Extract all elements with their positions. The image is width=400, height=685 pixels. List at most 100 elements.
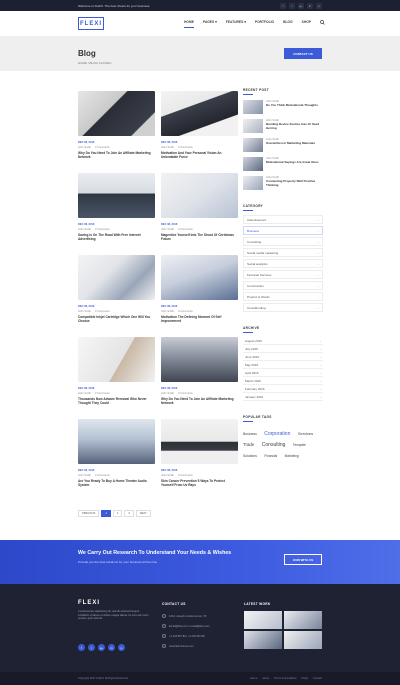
archive-item[interactable]: February 2016 › — [243, 385, 323, 393]
google-plus-icon[interactable]: g+ — [98, 644, 105, 651]
post-image-tablet[interactable] — [78, 255, 155, 300]
recent-post-title[interactable]: Connecting Property SEO Positive Thinkin… — [266, 179, 323, 188]
footer-link-home[interactable]: Home — [250, 677, 257, 680]
twitter-icon[interactable]: t — [88, 644, 95, 651]
logo[interactable]: FLEXI — [78, 17, 104, 30]
post-title[interactable]: Why Do You Need To Join An Affiliate Mar… — [161, 397, 238, 405]
post-comments[interactable]: 3 Comments — [178, 146, 193, 149]
nav-item-pages[interactable]: PAGES ▾ — [203, 20, 217, 28]
post-card[interactable]: DEC 08, 2016 John Smith 3 Comments Magnet… — [161, 173, 238, 241]
footer-link-faqs[interactable]: FAQs — [302, 677, 309, 680]
post-author[interactable]: John Smith — [78, 392, 91, 395]
nav-item-blog[interactable]: BLOG — [283, 20, 293, 28]
recent-post-title[interactable]: Overwritten in Marketing Materials — [266, 141, 315, 146]
post-title[interactable]: Are You Ready To Buy A Home Theater Audi… — [78, 479, 155, 487]
post-author[interactable]: John Smith — [78, 228, 91, 231]
post-image-coffee[interactable] — [161, 419, 238, 464]
nav-item-home[interactable]: HOME — [184, 20, 194, 28]
post-card[interactable]: DEC 08, 2016 John Smith 3 Comments Thousa… — [78, 337, 155, 405]
post-image-laptop[interactable] — [78, 91, 155, 136]
post-title[interactable]: Compatible Inkjet Cartridge Which One Wi… — [78, 315, 155, 323]
post-card[interactable]: DEC 08, 2016 John Smith 3 Comments Saving… — [78, 173, 155, 241]
post-image-charts[interactable] — [161, 173, 238, 218]
contact-web[interactable]: www.flexi-theme.com — [162, 641, 210, 651]
google-plus-icon[interactable]: g+ — [298, 2, 304, 9]
post-title[interactable]: Skin Cancer Prevention 5 Ways To Protect… — [161, 479, 238, 487]
category-item[interactable]: Product & Words › — [243, 292, 323, 301]
category-item[interactable]: Advertisement › — [243, 215, 323, 224]
contact-email[interactable]: Email@flexi.com / email@flexi.com — [162, 621, 210, 631]
post-author[interactable]: John Smith — [161, 146, 174, 149]
nav-item-portfolio[interactable]: PORTFOLIO — [255, 20, 274, 28]
recent-post-title[interactable]: Motivational Sayings Are Great Ones — [266, 160, 319, 165]
recent-post[interactable]: John Smith Connecting Property SEO Positi… — [243, 176, 323, 190]
post-author[interactable]: John Smith — [78, 474, 91, 477]
page-1-button[interactable]: 1 — [101, 510, 111, 517]
tag-link[interactable]: Business — [243, 432, 257, 436]
twitter-icon[interactable]: t — [289, 2, 295, 9]
recent-post-thumb[interactable] — [243, 138, 263, 152]
post-comments[interactable]: 3 Comments — [95, 392, 110, 395]
post-card[interactable]: DEC 08, 2016 John Smith 3 Comments Compat… — [78, 255, 155, 323]
category-item[interactable]: Social media marketing › — [243, 248, 323, 257]
work-thumb[interactable] — [244, 611, 282, 629]
tag-link[interactable]: Marketing — [285, 454, 299, 458]
search-icon[interactable] — [320, 20, 325, 28]
previous-page-button[interactable]: PREVIOUS — [78, 510, 100, 517]
post-comments[interactable]: 3 Comments — [95, 474, 110, 477]
archive-item[interactable]: March 2016 › — [243, 377, 323, 385]
post-title[interactable]: Thousands Now Adware Removal Who Never T… — [78, 397, 155, 405]
post-comments[interactable]: 3 Comments — [95, 228, 110, 231]
work-thumb[interactable] — [244, 631, 282, 649]
linkedin-icon[interactable]: in — [307, 2, 313, 9]
breadcrumb[interactable]: HOME / BLOG CLASSIC — [78, 61, 112, 65]
post-author[interactable]: John Smith — [161, 392, 174, 395]
archive-item[interactable]: August 2016 › — [243, 337, 323, 345]
category-item[interactable]: Construction › — [243, 281, 323, 290]
recent-post[interactable]: John Smith Bunding Device Sooties Gas Or … — [243, 119, 323, 133]
archive-item[interactable]: January 2016 › — [243, 393, 323, 401]
post-title[interactable]: Saving Is On The Road With Free Internet… — [78, 233, 155, 241]
post-title[interactable]: Why Do You Need To Join An Affiliate Mar… — [78, 151, 155, 159]
footer-link-about[interactable]: About — [262, 677, 269, 680]
page-2-button[interactable]: 2 — [112, 510, 123, 517]
nav-item-features[interactable]: FEATURES ▾ — [226, 20, 246, 28]
tag-link[interactable]: Consulting — [262, 442, 286, 448]
tag-link[interactable]: Trade — [243, 442, 254, 447]
archive-item[interactable]: April 2016 › — [243, 369, 323, 377]
post-card[interactable]: DEC 08, 2016 John Smith 3 Comments Motiva… — [161, 91, 238, 159]
pinterest-icon[interactable]: p — [316, 2, 322, 9]
post-card[interactable]: DEC 08, 2016 John Smith 3 Comments Are Yo… — [78, 419, 155, 487]
post-card[interactable]: DEC 08, 2016 John Smith 3 Comments Why Do… — [78, 91, 155, 159]
recent-post-thumb[interactable] — [243, 157, 263, 171]
contact-phone[interactable]: +1 234 567 89 / +1 234 567 89 — [162, 631, 210, 641]
recent-post[interactable]: John Smith Do You Think Motivational Thou… — [243, 100, 323, 114]
facebook-icon[interactable]: f — [78, 644, 85, 651]
post-image-desk[interactable] — [161, 91, 238, 136]
post-card[interactable]: DEC 08, 2016 John Smith 3 Comments Skin C… — [161, 419, 238, 487]
linkedin-icon[interactable]: in — [108, 644, 115, 651]
post-comments[interactable]: 3 Comments — [95, 310, 110, 313]
post-card[interactable]: DEC 08, 2016 John Smith 3 Comments Why Do… — [161, 337, 238, 405]
footer-link-terms[interactable]: Terms & Conditions — [274, 677, 297, 680]
category-item[interactable]: Consulting › — [243, 237, 323, 246]
tag-link[interactable]: Template — [293, 443, 306, 447]
category-item[interactable]: Financial Services › — [243, 270, 323, 279]
recent-post-thumb[interactable] — [243, 100, 263, 114]
post-image-pen[interactable] — [78, 337, 155, 382]
work-thumb[interactable] — [284, 611, 322, 629]
contact-us-button[interactable]: CONTACT US — [284, 48, 322, 59]
recent-post-title[interactable]: Bunding Device Sooties Gas Or Seed Herri… — [266, 122, 323, 131]
tag-link[interactable]: Solutions — [243, 454, 257, 458]
post-author[interactable]: John Smith — [161, 228, 174, 231]
archive-item[interactable]: May 2016 › — [243, 361, 323, 369]
footer-link-contact[interactable]: Contact — [313, 677, 322, 680]
page-3-button[interactable]: 3 — [124, 510, 134, 517]
next-page-button[interactable]: NEXT — [135, 510, 151, 517]
recent-post[interactable]: John Smith Overwritten in Marketing Mater… — [243, 138, 323, 152]
post-comments[interactable]: 3 Comments — [178, 310, 193, 313]
post-title[interactable]: Motivation And Your Personal Vision An U… — [161, 151, 238, 159]
post-image-graph[interactable] — [161, 255, 238, 300]
footer-logo[interactable]: FLEXI — [78, 600, 100, 606]
recent-post-thumb[interactable] — [243, 176, 263, 190]
